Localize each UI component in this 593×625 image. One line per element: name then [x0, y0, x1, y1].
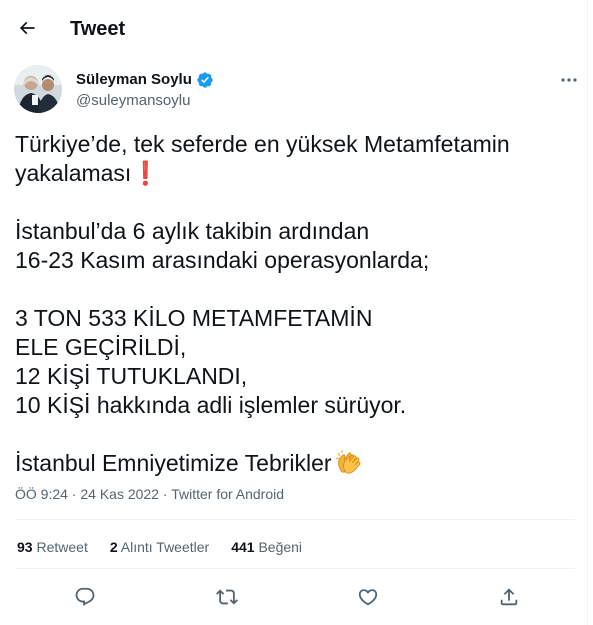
tweet-line: İstanbul Emniyetimize Tebrikler — [15, 449, 575, 478]
divider — [15, 568, 575, 569]
tweet-line-text: İstanbul Emniyetimize Tebrikler — [15, 450, 332, 476]
tweet-line: Türkiye’de, tek seferde en yüksek Metamf… — [15, 131, 510, 157]
like-icon — [358, 589, 378, 606]
arrow-left-icon — [19, 21, 35, 35]
share-icon — [500, 588, 518, 606]
reply-icon — [75, 587, 95, 606]
author-name[interactable]: Süleyman Soylu — [76, 70, 214, 90]
tweet-line: ELE GEÇİRİLDİ, — [15, 334, 187, 360]
tweet-line: 3 TON 533 KİLO METAMFETAMİN — [15, 305, 373, 331]
tweet-text: Türkiye’de, tek seferde en yüksek Metamf… — [15, 130, 575, 478]
tweet-line: 10 KİŞİ hakkında adli işlemler sürüyor. — [15, 392, 407, 418]
meta-separator: · — [159, 486, 172, 502]
retweets-stat[interactable]: 93 Retweet — [17, 538, 88, 556]
meta-separator: · — [67, 486, 81, 502]
tweet-source[interactable]: Twitter for Android — [171, 486, 284, 502]
tweet-line: yakalaması❗ — [15, 159, 575, 188]
back-button[interactable] — [10, 11, 44, 45]
retweets-label: Retweet — [36, 539, 88, 555]
retweet-button[interactable] — [212, 582, 242, 612]
engagement-stats: 93 Retweet 2 Alıntı Tweetler 441 Beğeni — [17, 538, 302, 556]
clapping-hands-icon — [335, 450, 360, 474]
author-handle[interactable]: @suleymansoylu — [76, 91, 190, 111]
retweets-count: 93 — [17, 539, 33, 555]
quotes-label: Alıntı Tweetler — [120, 539, 210, 555]
tweet-meta: ÖÖ 9:24 · 24 Kas 2022 · Twitter for Andr… — [15, 485, 284, 503]
author-name-text: Süleyman Soylu — [76, 71, 192, 88]
divider — [15, 519, 575, 520]
likes-label: Beğeni — [258, 539, 303, 555]
exclamation-icon: ❗ — [131, 160, 160, 186]
quotes-count: 2 — [109, 539, 118, 555]
page-title: Tweet — [70, 18, 126, 40]
verified-badge-icon — [197, 72, 213, 88]
likes-count: 441 — [231, 539, 255, 555]
avatar[interactable] — [14, 65, 62, 113]
reply-button[interactable] — [70, 582, 100, 612]
top-bar: Tweet — [0, 0, 588, 58]
quote-tweets-stat[interactable]: 2 Alıntı Tweetler — [110, 538, 209, 556]
more-options-button[interactable] — [556, 70, 582, 90]
likes-stat[interactable]: 441 Beğeni — [231, 538, 302, 556]
tweet-actions — [0, 582, 593, 612]
share-button[interactable] — [494, 582, 524, 612]
more-dots-icon — [561, 78, 577, 82]
tweet-line: İstanbul’da 6 aylık takibin ardından — [15, 218, 370, 244]
tweet-time[interactable]: ÖÖ 9:24 — [15, 486, 68, 502]
tweet-line-text: yakalaması — [15, 160, 132, 186]
like-button[interactable] — [353, 582, 383, 612]
tweet-line: 12 KİŞİ TUTUKLANDI, — [15, 363, 248, 389]
retweet-icon — [216, 589, 238, 605]
tweet-detail-page: Tweet Süleyman Soylu @suleymansoylu Türk… — [0, 0, 588, 625]
tweet-line: 16-23 Kasım arasındaki operasyonlarda; — [15, 247, 430, 273]
tweet-date[interactable]: 24 Kas 2022 — [80, 486, 159, 502]
